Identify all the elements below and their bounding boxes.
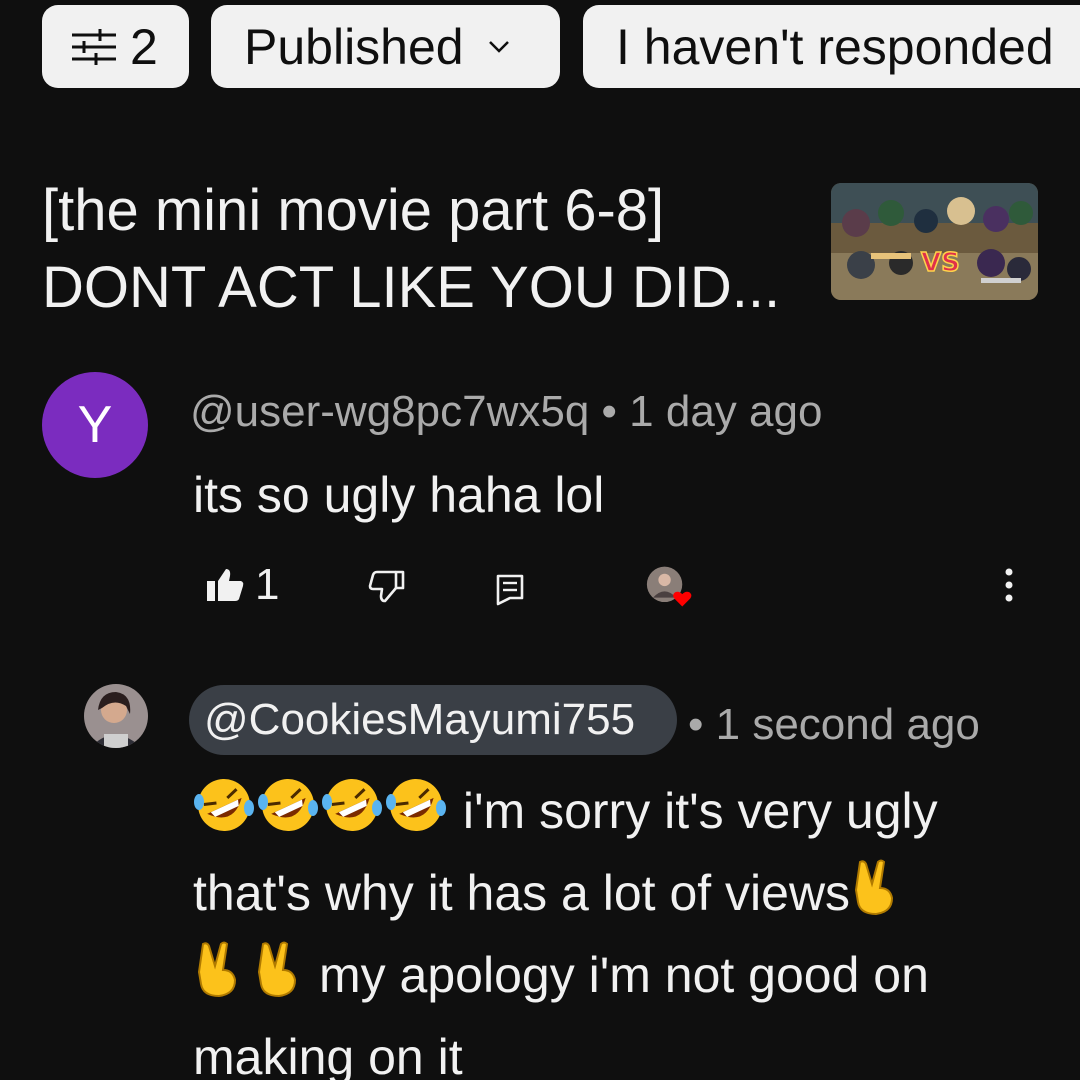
reply-time: 1 second ago [715,700,980,749]
reply-line-3-text: my apology i'm not good on [319,947,929,1003]
reply-icon [496,574,524,606]
replier-avatar[interactable] [84,684,148,748]
published-label: Published [244,18,464,75]
like-button[interactable]: 1 [205,560,279,610]
avatar-letter: Y [77,396,113,454]
victory-hand-emoji [257,941,297,998]
emoji-group-laugh [193,779,463,839]
reply-text: i'm sorry it's very ugly that's why it h… [193,770,1053,1080]
victory-hand-emoji [855,859,894,916]
mention-text: @CookiesMayumi755 [204,695,636,744]
filter-chip[interactable]: 2 [42,5,189,88]
heart-icon [673,591,692,607]
more-options-button[interactable] [1003,566,1015,604]
published-filter-dropdown[interactable]: Published [211,5,560,88]
rolling-on-floor-laughing-emoji [194,779,254,831]
reply-line-1: i'm sorry it's very ugly [193,770,1053,852]
meta-separator: • [601,387,617,436]
meta-separator: • [688,700,704,749]
thumbs-down-icon [368,570,405,603]
rolling-on-floor-laughing-emoji [258,779,318,831]
comment-time: 1 day ago [629,387,823,436]
reply-meta: • 1 second ago [688,700,980,750]
filter-sliders-icon [72,28,116,65]
rolling-on-floor-laughing-emoji [322,779,382,831]
reply-line-3: my apology i'm not good on [193,934,1053,1016]
reply-line-2: that's why it has a lot of views [193,852,1053,934]
filter-count: 2 [130,18,158,75]
reply-line-4: making on it [193,1016,1053,1080]
comment-meta: @user-wg8pc7wx5q • 1 day ago [190,387,822,437]
unresponded-label: I haven't responded [616,18,1054,75]
more-vertical-icon [1005,568,1013,602]
reply-line-2-text: that's why it has a lot of views [193,865,851,921]
comment-text: its so ugly haha lol [193,467,605,523]
creator-heart-badge[interactable] [646,564,692,610]
video-title[interactable]: [the mini movie part 6-8] DONT ACT LIKE … [42,172,802,326]
mention-chip[interactable]: @CookiesMayumi755 [189,685,677,755]
reply-line-1-text: i'm sorry it's very ugly [462,783,938,839]
reply-button[interactable] [496,574,524,606]
like-count: 1 [255,560,280,609]
commenter-avatar[interactable]: Y [42,372,148,478]
dislike-button[interactable] [368,570,406,604]
video-thumbnail[interactable]: VS [831,183,1038,300]
victory-hand-emoji [197,941,237,998]
comment-author[interactable]: @user-wg8pc7wx5q [190,387,589,436]
unresponded-filter-chip[interactable]: I haven't responded [583,5,1080,88]
rolling-on-floor-laughing-emoji [386,779,446,831]
thumbs-up-icon [207,569,244,601]
thumbnail-vs-text: VS [921,248,960,278]
chevron-down-icon [488,40,509,53]
reply-line-4-text: making on it [193,1029,463,1080]
